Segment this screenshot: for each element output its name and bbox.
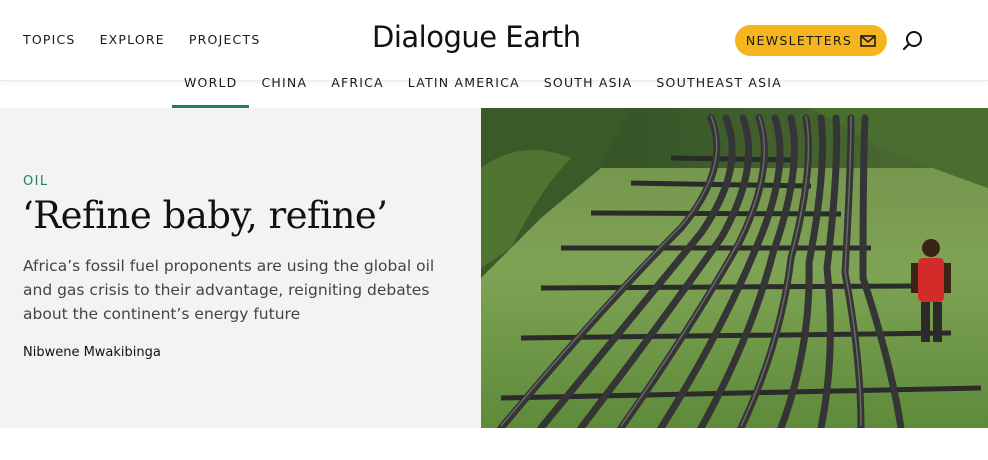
tab-world[interactable]: WORLD bbox=[172, 75, 250, 108]
author-byline[interactable]: Nibwene Mwakibinga bbox=[23, 345, 161, 360]
feature-image[interactable] bbox=[481, 108, 988, 428]
tab-label: SOUTH ASIA bbox=[543, 75, 633, 90]
feature-headline[interactable]: ‘Refine baby, refine’ bbox=[22, 194, 388, 237]
tab-south-asia[interactable]: SOUTH ASIA bbox=[532, 75, 645, 108]
region-tabs: WORLD CHINA AFRICA LATIN AMERICA SOUTH A… bbox=[172, 75, 794, 108]
search-button[interactable] bbox=[901, 29, 925, 53]
tab-label: LATIN AMERICA bbox=[407, 75, 520, 90]
tab-label: WORLD bbox=[184, 75, 238, 90]
primary-nav: TOPICS EXPLORE PROJECTS bbox=[23, 32, 284, 47]
tab-label: SOUTHEAST ASIA bbox=[656, 75, 782, 90]
tab-southeast-asia[interactable]: SOUTHEAST ASIA bbox=[644, 75, 793, 108]
newsletters-button[interactable]: NEWSLETTERS bbox=[735, 25, 887, 56]
feature-text-panel: OIL ‘Refine baby, refine’ Africa’s fossi… bbox=[0, 108, 481, 428]
tab-china[interactable]: CHINA bbox=[249, 75, 319, 108]
site-logo[interactable]: Dialogue Earth bbox=[372, 20, 581, 54]
tab-label: AFRICA bbox=[331, 75, 384, 90]
newsletters-label: NEWSLETTERS bbox=[745, 33, 853, 48]
pipelines-photo bbox=[481, 108, 988, 428]
site-header: TOPICS EXPLORE PROJECTS Dialogue Earth N… bbox=[0, 0, 988, 81]
nav-explore[interactable]: EXPLORE bbox=[100, 32, 165, 47]
tab-latin-america[interactable]: LATIN AMERICA bbox=[396, 75, 532, 108]
search-icon bbox=[902, 31, 922, 51]
tab-africa[interactable]: AFRICA bbox=[319, 75, 396, 108]
nav-topics[interactable]: TOPICS bbox=[23, 32, 76, 47]
nav-projects[interactable]: PROJECTS bbox=[189, 32, 261, 47]
topic-kicker[interactable]: OIL bbox=[23, 174, 49, 189]
envelope-icon bbox=[860, 34, 876, 47]
feature-dek: Africa’s fossil fuel proponents are usin… bbox=[23, 257, 435, 323]
tab-label: CHINA bbox=[261, 75, 308, 90]
